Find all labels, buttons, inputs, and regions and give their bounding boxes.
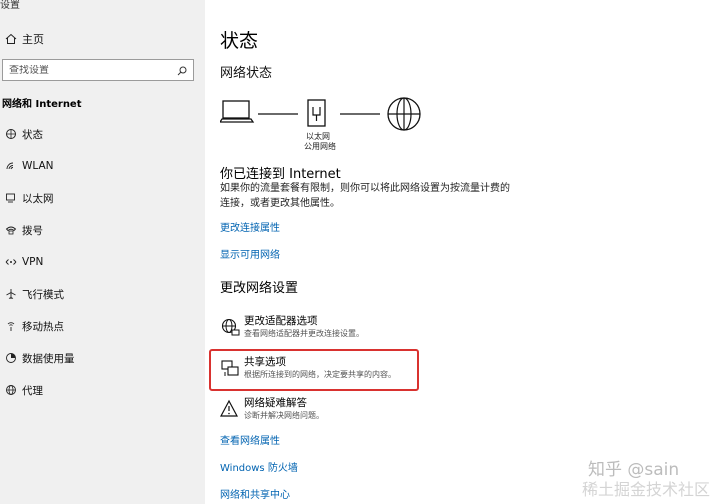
ethernet-icon: [0, 192, 22, 204]
sidebar-item-ethernet[interactable]: 以太网: [0, 182, 205, 214]
sidebar-item-label: VPN: [22, 256, 44, 268]
status-icon: [0, 128, 22, 140]
app-title: 设置: [0, 0, 20, 11]
network-troubleshooter-setting[interactable]: 网络疑难解答 诊断并解决网络问题。: [220, 397, 510, 422]
change-connection-props-link[interactable]: 更改连接属性: [220, 219, 280, 234]
sidebar-item-label: 飞行模式: [22, 288, 64, 301]
sidebar-item-label: 拨号: [22, 224, 43, 237]
change-network-settings-title: 更改网络设置: [220, 281, 299, 296]
hotspot-icon: [0, 320, 22, 332]
home-icon: [0, 33, 22, 45]
sidebar-item-label: 数据使用量: [22, 352, 75, 365]
data-usage-icon: [0, 352, 22, 364]
wifi-icon: [0, 160, 22, 172]
nav-home[interactable]: 主页: [0, 28, 205, 50]
connected-title: 你已连接到 Internet: [220, 167, 341, 182]
dialup-icon: [0, 224, 22, 236]
network-sharing-center-link[interactable]: 网络和共享中心: [220, 486, 290, 501]
windows-firewall-link[interactable]: Windows 防火墙: [220, 459, 298, 474]
network-status-title: 网络状态: [220, 66, 273, 81]
adapter-options-setting[interactable]: 更改适配器选项 查看网络适配器并更改连接设置。: [220, 315, 510, 340]
sidebar-item-proxy[interactable]: 代理: [0, 374, 205, 406]
setting-name: 网络疑难解答: [244, 397, 307, 409]
sidebar-item-hotspot[interactable]: 移动热点: [0, 310, 205, 342]
setting-name: 更改适配器选项: [244, 315, 318, 327]
sidebar-item-airplane[interactable]: 飞行模式: [0, 278, 205, 310]
ethernet-port-icon: [307, 99, 326, 127]
globe-icon: [387, 97, 421, 131]
highlight-box: [209, 349, 419, 391]
sidebar-item-label: WLAN: [22, 160, 54, 172]
sidebar-item-wlan[interactable]: WLAN: [0, 150, 205, 182]
nav-list: 状态 WLAN 以太网 拨号 VPN 飞行模式 移动热点 数据使用量 代理: [0, 118, 205, 406]
sidebar-item-label: 移动热点: [22, 320, 64, 333]
laptop-icon: [220, 100, 255, 123]
warning-icon: [220, 399, 238, 417]
nav-home-label: 主页: [22, 33, 44, 46]
sidebar-item-data-usage[interactable]: 数据使用量: [0, 342, 205, 374]
adapter-icon: [221, 318, 240, 336]
sidebar-item-vpn[interactable]: VPN: [0, 246, 205, 278]
page-title: 状态: [220, 30, 259, 52]
connected-desc: 如果你的流量套餐有限制，则你可以将此网络设置为按流量计费的连接，或者更改其他属性…: [220, 183, 510, 209]
setting-desc: 诊断并解决网络问题。: [244, 411, 324, 420]
setting-desc: 查看网络适配器并更改连接设置。: [244, 329, 364, 338]
search-icon[interactable]: [177, 61, 187, 80]
sidebar-item-dialup[interactable]: 拨号: [0, 214, 205, 246]
main-content: 状态 网络状态 以太网 公用网络 你已连接到 Internet 如果你的流量套餐…: [220, 0, 710, 504]
sidebar-item-label: 代理: [22, 384, 43, 397]
vpn-icon: [0, 256, 22, 268]
sidebar-item-status[interactable]: 状态: [0, 118, 205, 150]
sidebar-item-label: 状态: [22, 128, 43, 141]
view-network-props-link[interactable]: 查看网络属性: [220, 432, 280, 447]
sidebar-item-label: 以太网: [22, 192, 54, 205]
watermark-secondary: 稀土掘金技术社区: [582, 480, 711, 499]
search-input[interactable]: [9, 64, 159, 76]
search-box[interactable]: [2, 59, 194, 81]
airplane-icon: [0, 288, 22, 300]
sidebar: 设置 主页 网络和 Internet 状态 WLAN: [0, 0, 205, 504]
proxy-icon: [0, 384, 22, 396]
section-title: 网络和 Internet: [2, 99, 82, 110]
show-available-networks-link[interactable]: 显示可用网络: [220, 246, 280, 261]
network-type: 公用网络: [304, 142, 336, 151]
